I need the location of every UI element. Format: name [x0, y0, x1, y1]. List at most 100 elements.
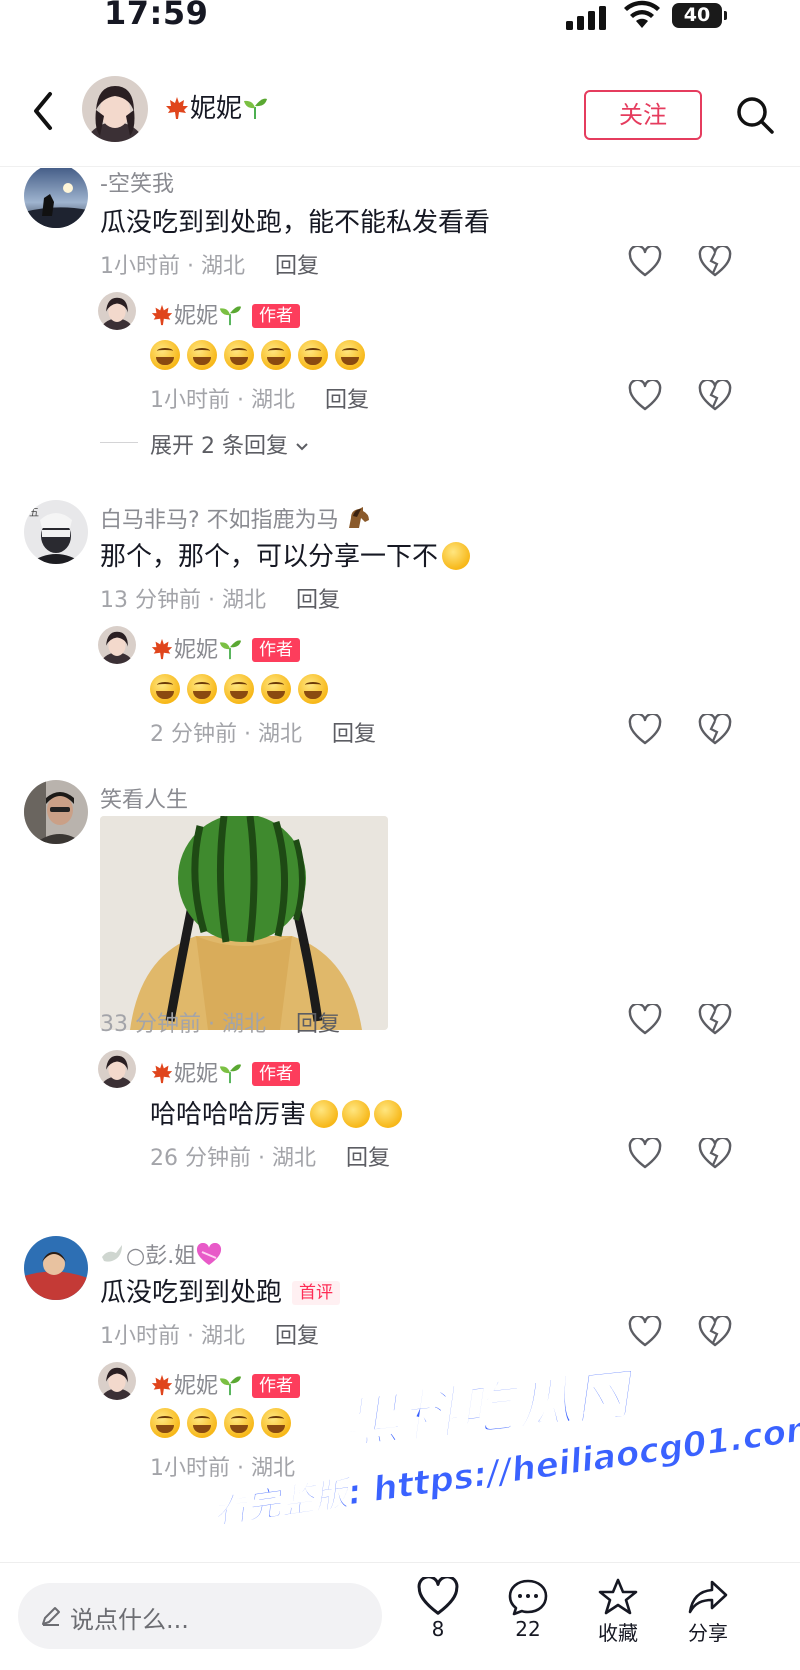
broken-heart-icon[interactable]: [698, 1138, 732, 1170]
avatar[interactable]: [98, 626, 136, 664]
rofl-emoji: [342, 1100, 371, 1128]
avatar[interactable]: [24, 780, 88, 844]
rofl-emoji: [187, 674, 217, 704]
heart-icon[interactable]: [628, 714, 662, 746]
grinning-sweat-emoji: [150, 340, 180, 370]
comment-username[interactable]: ○彭.姐: [100, 1238, 222, 1270]
emoji-row: [150, 674, 335, 704]
reply-meta: 26 分钟前 · 湖北 回复: [150, 1146, 390, 1171]
sprout-icon: [244, 98, 268, 119]
share-button[interactable]: 分享: [676, 1577, 740, 1646]
heart-icon[interactable]: [628, 246, 662, 278]
reply-meta: 1小时前 · 湖北 回复: [150, 388, 369, 413]
heart-icon: [417, 1577, 459, 1615]
rofl-emoji: [374, 1100, 403, 1128]
reply-username[interactable]: 妮妮 作者: [150, 1056, 301, 1088]
avatar[interactable]: [82, 76, 148, 142]
status-bar: 17:59 40: [0, 0, 800, 40]
reply-username[interactable]: 妮妮 作者: [150, 298, 301, 330]
rofl-emoji: [261, 1408, 291, 1438]
comment-username[interactable]: 笑看人生: [100, 782, 188, 814]
reply-meta: 1小时前 · 湖北: [150, 1456, 295, 1481]
emoji-row: [150, 340, 372, 370]
avatar[interactable]: [24, 1236, 88, 1300]
comment-text: 那个，那个，可以分享一下不: [100, 536, 471, 573]
expand-divider: [100, 442, 138, 443]
search-icon[interactable]: [734, 94, 776, 136]
comment-input-placeholder: 说点什么...: [70, 1606, 189, 1634]
comment-count: 22: [515, 1617, 541, 1641]
follow-button[interactable]: 关注: [584, 90, 702, 140]
svg-text:五: 五: [29, 508, 39, 519]
reply-button[interactable]: 回复: [296, 1012, 340, 1037]
reply-button[interactable]: 回复: [296, 588, 340, 613]
first-comment-tag: 首评: [292, 1281, 341, 1305]
grinning-sweat-emoji: [335, 340, 365, 370]
avatar[interactable]: [98, 1050, 136, 1088]
avatar[interactable]: [98, 1362, 136, 1400]
broken-heart-icon[interactable]: [698, 1004, 732, 1036]
rofl-emoji: [310, 1100, 339, 1128]
broken-heart-icon[interactable]: [698, 714, 732, 746]
share-label: 分享: [688, 1621, 728, 1645]
rofl-emoji: [150, 1408, 180, 1438]
reply-username[interactable]: 妮妮 作者: [150, 1368, 301, 1400]
header-divider: [0, 166, 800, 167]
grinning-sweat-emoji: [261, 340, 291, 370]
profile-name[interactable]: 妮妮: [164, 88, 268, 125]
reply-username[interactable]: 妮妮 作者: [150, 632, 301, 664]
comment-text: 瓜没吃到到处跑 首评: [100, 1272, 341, 1309]
collect-button[interactable]: 收藏: [586, 1577, 650, 1646]
comment-username[interactable]: 白马非马? 不如指鹿为马: [100, 502, 371, 534]
header: 妮妮 关注: [0, 76, 800, 160]
comment-meta: 13 分钟前 · 湖北 回复: [100, 588, 340, 613]
comment-image[interactable]: [100, 816, 388, 1030]
comment-username[interactable]: -空笑我: [100, 168, 174, 198]
sprout-icon: [219, 306, 242, 326]
rofl-emoji: [298, 674, 328, 704]
reply-button[interactable]: 回复: [346, 1146, 390, 1171]
sprout-icon: [219, 1376, 242, 1396]
reply-button[interactable]: 回复: [325, 388, 369, 413]
rofl-emoji: [187, 1408, 217, 1438]
avatar[interactable]: [98, 292, 136, 330]
comment-bubble-icon: [508, 1579, 548, 1616]
reply-meta: 2 分钟前 · 湖北 回复: [150, 722, 376, 747]
horse-emoji-icon: [348, 507, 369, 528]
reply-button[interactable]: 回复: [275, 254, 319, 279]
broken-heart-icon[interactable]: [698, 380, 732, 412]
rofl-emoji: [150, 674, 180, 704]
expand-replies-button[interactable]: 展开 2 条回复: [150, 428, 309, 460]
avatar[interactable]: 五: [24, 500, 88, 564]
star-icon: [598, 1578, 638, 1615]
broken-heart-icon[interactable]: [698, 246, 732, 278]
comment-meta: 33 分钟前 · 湖北 回复: [100, 1012, 340, 1037]
broken-heart-icon[interactable]: [698, 1316, 732, 1348]
heart-icon[interactable]: [628, 1316, 662, 1348]
pen-icon: [42, 1607, 60, 1626]
dove-icon: [102, 1245, 122, 1262]
reply-button[interactable]: 回复: [332, 722, 376, 747]
author-tag: 作者: [252, 1374, 301, 1398]
comment-meta: 1小时前 · 湖北 回复: [100, 1324, 319, 1349]
heart-icon[interactable]: [628, 1138, 662, 1170]
avatar[interactable]: [24, 168, 88, 228]
comment-list[interactable]: -空笑我 瓜没吃到到处跑，能不能私发看看 1小时前 · 湖北 回复 妮妮 作者 1小…: [0, 168, 800, 1562]
reply-button[interactable]: 回复: [275, 1324, 319, 1349]
like-button[interactable]: 8: [406, 1577, 470, 1641]
comment-button[interactable]: 22: [496, 1577, 560, 1641]
bottom-bar: 说点什么... 8 22 收藏 分享: [0, 1562, 800, 1670]
heart-icon[interactable]: [628, 1004, 662, 1036]
author-tag: 作者: [252, 1062, 301, 1086]
share-arrow-icon: [688, 1580, 728, 1614]
back-icon[interactable]: [28, 88, 58, 134]
rofl-emoji: [261, 674, 291, 704]
maple-leaf-icon: [151, 638, 173, 660]
heart-icon[interactable]: [628, 380, 662, 412]
comment-input[interactable]: 说点什么...: [18, 1583, 382, 1649]
chevron-down-icon: [296, 443, 308, 451]
rofl-emoji: [224, 674, 254, 704]
grinning-sweat-emoji: [298, 340, 328, 370]
comment-text: 瓜没吃到到处跑，能不能私发看看: [100, 208, 491, 238]
maple-leaf-icon: [151, 1374, 173, 1396]
